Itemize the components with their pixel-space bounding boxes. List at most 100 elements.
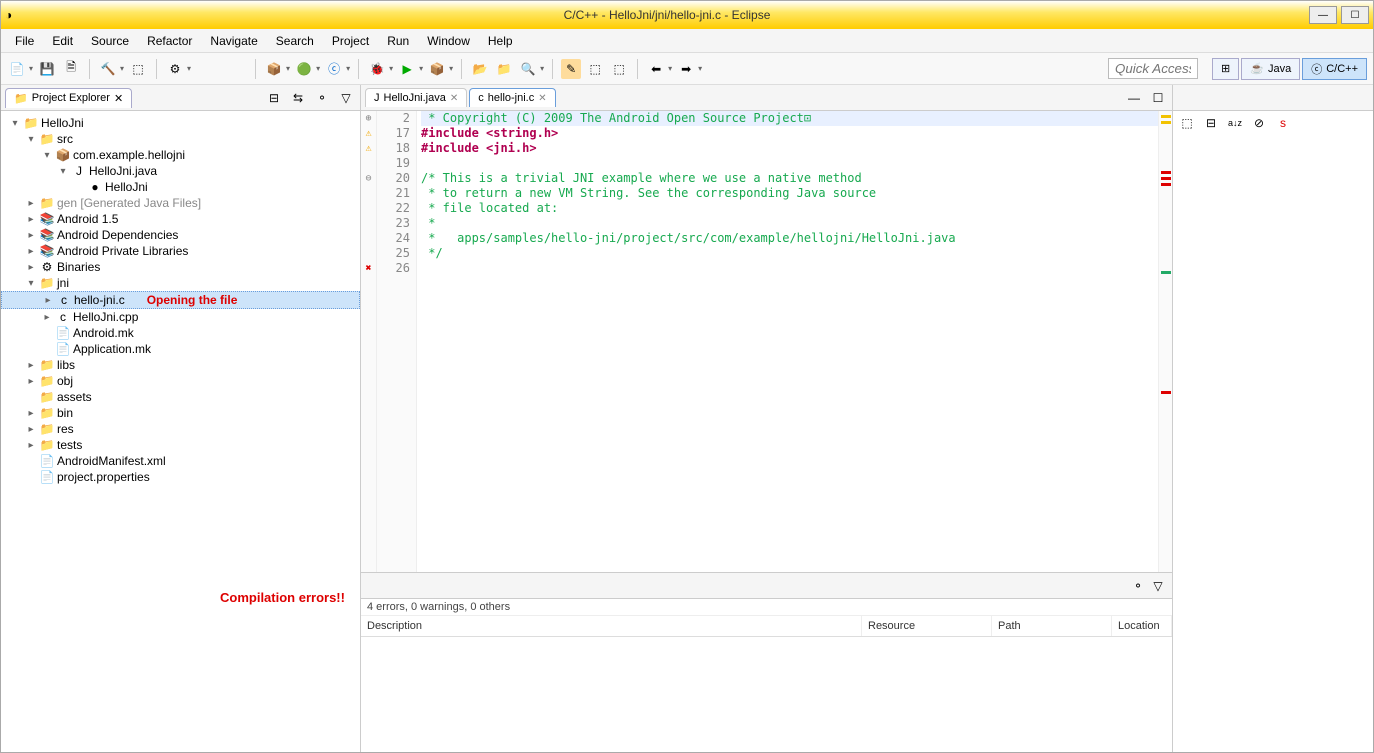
menu-window[interactable]: Window xyxy=(419,31,478,51)
back-icon[interactable]: ⬅ xyxy=(646,59,666,79)
titlebar: ◑ C/C++ - HelloJni/jni/hello-jni.c - Ecl… xyxy=(1,1,1373,29)
problems-header: Description Resource Path Location xyxy=(361,616,1172,637)
menu-search[interactable]: Search xyxy=(268,31,322,51)
hide-fields-icon[interactable]: ⊟ xyxy=(1201,113,1221,133)
java-perspective-button[interactable]: ☕Java xyxy=(1241,58,1300,80)
editor-area: JHelloJni.java✕chello-jni.c✕ — ☐ ⊕⚠⚠⊖✖ 2… xyxy=(361,85,1173,752)
menubar: FileEditSourceRefactorNavigateSearchProj… xyxy=(1,29,1373,53)
tree-item[interactable]: ▸📁bin xyxy=(1,405,360,421)
tree-item[interactable]: ▸📚Android Private Libraries xyxy=(1,243,360,259)
close-icon[interactable]: ✕ xyxy=(538,93,546,104)
problems-menu-icon[interactable]: ⚬ xyxy=(1128,576,1148,596)
view-menu-icon[interactable]: ▽ xyxy=(336,88,356,108)
tree-item[interactable]: ▸📁res xyxy=(1,421,360,437)
tree-item[interactable]: ▸cHelloJni.cpp xyxy=(1,309,360,325)
eclipse-icon: ◑ xyxy=(5,8,25,22)
project-explorer-view: 📁 Project Explorer ✕ ⊟ ⇆ ⚬ ▽ ▾📁HelloJni▾… xyxy=(1,85,361,752)
menu-run[interactable]: Run xyxy=(379,31,417,51)
external-tools-icon[interactable]: 📦 xyxy=(427,59,447,79)
menu-file[interactable]: File xyxy=(7,31,42,51)
mark-icon[interactable]: ✎ xyxy=(561,59,581,79)
az-sort-icon[interactable]: a↓z xyxy=(1225,113,1245,133)
tree-item[interactable]: ▸chello-jni.cOpening the file xyxy=(1,291,360,309)
tree-item[interactable]: 📄Android.mk xyxy=(1,325,360,341)
problems-status: 4 errors, 0 warnings, 0 others xyxy=(361,599,1172,616)
folder-icon[interactable]: 📁 xyxy=(494,59,514,79)
tree-item[interactable]: ▸📁libs xyxy=(1,357,360,373)
menu-refactor[interactable]: Refactor xyxy=(139,31,200,51)
tree-item[interactable]: ▸⚙Binaries xyxy=(1,259,360,275)
project-explorer-tab[interactable]: 📁 Project Explorer ✕ xyxy=(5,88,132,108)
maximize-view-icon[interactable]: ☐ xyxy=(1148,88,1168,108)
sort-icon[interactable]: ⬚ xyxy=(1177,113,1197,133)
tree-item[interactable]: 📄project.properties xyxy=(1,469,360,485)
outline-view: ⬚ ⊟ a↓z ⊘ s xyxy=(1173,85,1373,752)
search-icon[interactable]: 🔍 xyxy=(518,59,538,79)
editor-tab[interactable]: chello-jni.c✕ xyxy=(469,88,555,107)
col-location[interactable]: Location xyxy=(1112,616,1172,636)
tree-item[interactable]: ▾JHelloJni.java xyxy=(1,163,360,179)
save-all-icon[interactable]: 🗎 xyxy=(61,59,81,79)
tree-item[interactable]: ▸📚Android Dependencies xyxy=(1,227,360,243)
minimize-view-icon[interactable]: — xyxy=(1124,88,1144,108)
close-icon[interactable]: ✕ xyxy=(450,93,458,104)
main-toolbar: 📄▾ 💾 🗎 🔨▾ ⬚ ⚙▾ 📦▾ 🟢▾ ⓒ▾ 🐞▾ ▶▾ 📦▾ 📂 📁 🔍▾ … xyxy=(1,53,1373,85)
menu-navigate[interactable]: Navigate xyxy=(202,31,265,51)
tree-item[interactable]: ▸📁obj xyxy=(1,373,360,389)
tree-item[interactable]: ●HelloJni xyxy=(1,179,360,195)
menu-help[interactable]: Help xyxy=(480,31,521,51)
link-editor-icon[interactable]: ⇆ xyxy=(288,88,308,108)
debug-icon[interactable]: 🐞 xyxy=(367,59,387,79)
workspace: 📁 Project Explorer ✕ ⊟ ⇆ ⚬ ▽ ▾📁HelloJni▾… xyxy=(1,85,1373,752)
tree-item[interactable]: ▾📁jni xyxy=(1,275,360,291)
col-description[interactable]: Description xyxy=(361,616,862,636)
tree-item[interactable]: ▸📁gen [Generated Java Files] xyxy=(1,195,360,211)
problems-list[interactable] xyxy=(361,637,1172,752)
app-window: ◑ C/C++ - HelloJni/jni/hello-jni.c - Ecl… xyxy=(0,0,1374,753)
col-path[interactable]: Path xyxy=(992,616,1112,636)
save-icon[interactable]: 💾 xyxy=(37,59,57,79)
compile-errors-annotation: Compilation errors!! xyxy=(220,590,345,605)
toggle-icon[interactable]: ⬚ xyxy=(128,59,148,79)
menu-project[interactable]: Project xyxy=(324,31,377,51)
forward-icon[interactable]: ➡ xyxy=(676,59,696,79)
class-icon[interactable]: 🟢 xyxy=(294,59,314,79)
tree-item[interactable]: 📄Application.mk xyxy=(1,341,360,357)
tree-item[interactable]: ▸📚Android 1.5 xyxy=(1,211,360,227)
col-resource[interactable]: Resource xyxy=(862,616,992,636)
open-perspective-button[interactable]: ⊞ xyxy=(1212,58,1239,80)
view-menu-icon[interactable]: ▽ xyxy=(1148,576,1168,596)
tree-item[interactable]: ▾📁HelloJni xyxy=(1,115,360,131)
minimize-button[interactable]: — xyxy=(1309,6,1337,24)
project-tree[interactable]: ▾📁HelloJni▾📁src▾📦com.example.hellojni▾JH… xyxy=(1,111,360,752)
tree-item[interactable]: ▾📦com.example.hellojni xyxy=(1,147,360,163)
filter-icon[interactable]: ⬚ xyxy=(609,59,629,79)
menu-edit[interactable]: Edit xyxy=(44,31,81,51)
new-icon[interactable]: 📄 xyxy=(7,59,27,79)
build-icon[interactable]: 🔨 xyxy=(98,59,118,79)
editor-tabs: JHelloJni.java✕chello-jni.c✕ — ☐ xyxy=(361,85,1172,111)
collapse-all-icon[interactable]: ⊟ xyxy=(264,88,284,108)
editor-tab[interactable]: JHelloJni.java✕ xyxy=(365,88,467,107)
window-title: C/C++ - HelloJni/jni/hello-jni.c - Eclip… xyxy=(25,8,1309,22)
cpp-perspective-button[interactable]: ⓒC/C++ xyxy=(1302,58,1367,80)
tree-item[interactable]: ▸📁tests xyxy=(1,437,360,453)
maximize-button[interactable]: ☐ xyxy=(1341,6,1369,24)
tree-item[interactable]: ▾📁src xyxy=(1,131,360,147)
header-icon[interactable]: ⓒ xyxy=(324,59,344,79)
overview-ruler[interactable] xyxy=(1158,111,1172,572)
wizard-icon[interactable]: ⚙ xyxy=(165,59,185,79)
run-icon[interactable]: ▶ xyxy=(397,59,417,79)
open-type-icon[interactable]: 📦 xyxy=(264,59,284,79)
code-editor[interactable]: ⊕⚠⚠⊖✖ 217181920212223242526 * Copyright … xyxy=(361,111,1172,572)
hide-static-icon[interactable]: ⊘ xyxy=(1249,113,1269,133)
problems-view: ⚬▽ 4 errors, 0 warnings, 0 others Descri… xyxy=(361,572,1172,752)
hide-non-public-icon[interactable]: s xyxy=(1273,113,1293,133)
new-folder-icon[interactable]: 📂 xyxy=(470,59,490,79)
quick-access-input[interactable] xyxy=(1108,58,1198,79)
tree-item[interactable]: 📄AndroidManifest.xml xyxy=(1,453,360,469)
tree-item[interactable]: 📁assets xyxy=(1,389,360,405)
link-icon[interactable]: ⬚ xyxy=(585,59,605,79)
focus-icon[interactable]: ⚬ xyxy=(312,88,332,108)
menu-source[interactable]: Source xyxy=(83,31,137,51)
